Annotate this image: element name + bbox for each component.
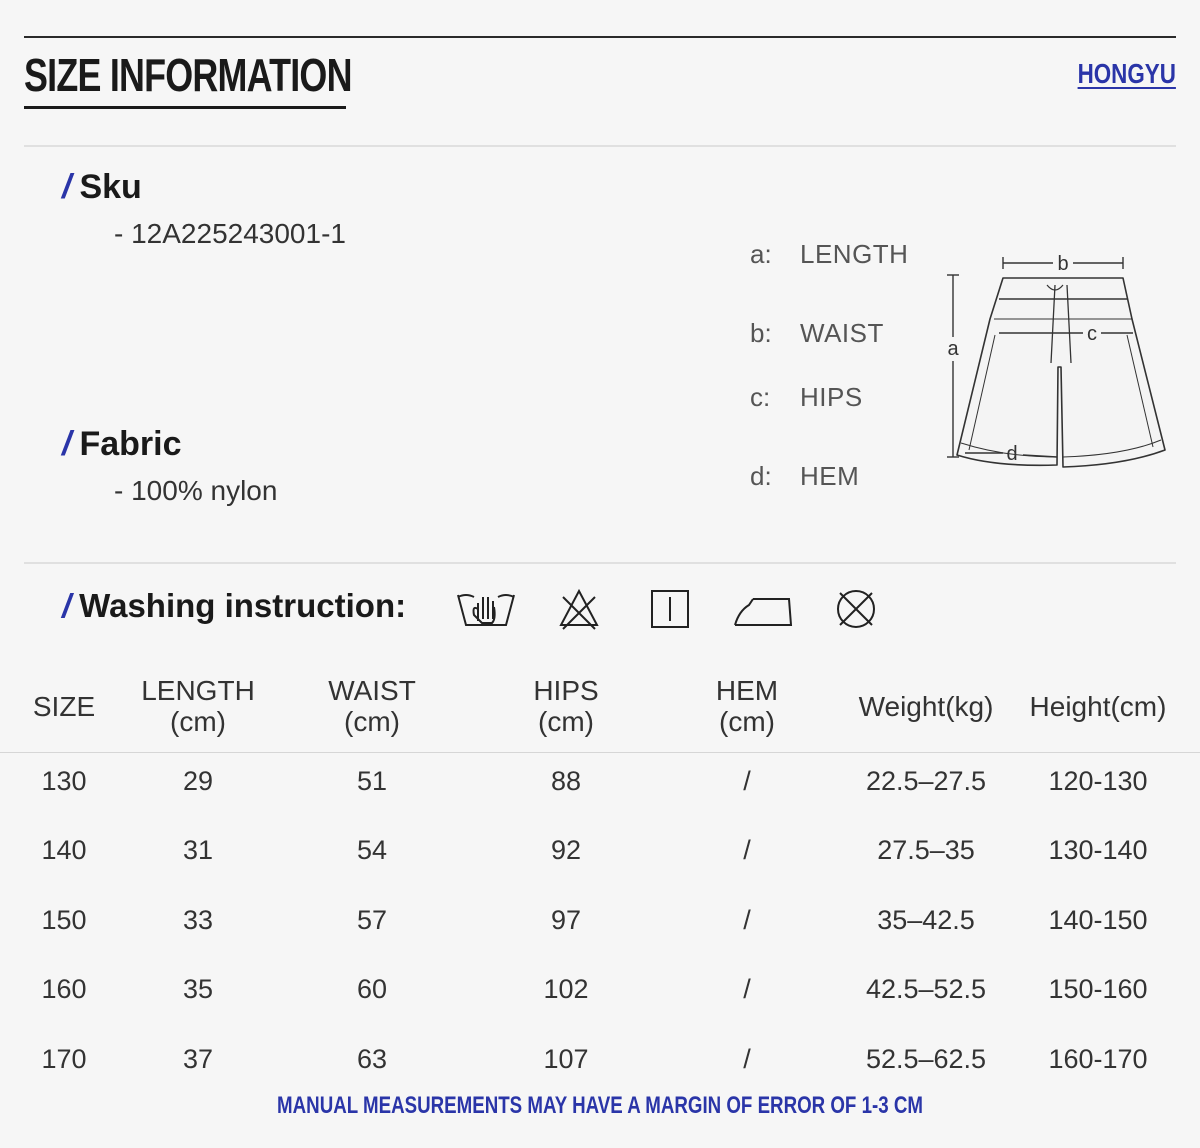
washing-heading: / Washing instruction: <box>62 589 406 622</box>
title-underline <box>24 106 346 109</box>
fabric-label: Fabric <box>79 425 182 463</box>
page-title: SIZE INFORMATION <box>24 49 352 101</box>
table-cell: 160 <box>41 974 87 1004</box>
table-cell: 31 <box>182 835 214 865</box>
top-rule <box>24 36 1176 38</box>
table-cell: 160-170 <box>1048 1044 1148 1074</box>
table-cell: 140-150 <box>1048 905 1148 935</box>
table-cell: 150 <box>41 905 87 935</box>
legend-key-b: b: <box>750 318 772 348</box>
table-cell: 140 <box>41 835 87 865</box>
table-cell: 102 <box>543 974 589 1004</box>
table-cell: / <box>743 835 751 865</box>
diagram-label-b: b <box>1057 253 1068 275</box>
column-header-hips: HIPS (cm) <box>533 675 599 737</box>
table-cell: / <box>743 905 751 935</box>
table-cell: / <box>743 1044 751 1074</box>
table-cell: 120-130 <box>1048 766 1148 796</box>
table-cell: 97 <box>550 905 582 935</box>
legend-key-d: d: <box>750 461 772 491</box>
table-cell: 42.5–52.5 <box>865 974 987 1004</box>
do-not-bleach-icon <box>559 588 599 630</box>
table-cell: 107 <box>543 1044 589 1074</box>
legend-key-a: a: <box>750 239 772 269</box>
sku-value: - 12A225243001-1 <box>114 218 346 249</box>
measurement-disclaimer: MANUAL MEASUREMENTS MAY HAVE A MARGIN OF… <box>277 1092 923 1119</box>
table-cell: 52.5–62.5 <box>865 1044 987 1074</box>
table-cell: 35–42.5 <box>877 905 975 935</box>
hand-wash-icon <box>457 594 515 626</box>
table-cell: 130-140 <box>1048 835 1148 865</box>
column-header-hem: HEM (cm) <box>715 675 779 737</box>
column-header-waist: WAIST (cm) <box>328 675 416 737</box>
column-header-weight: Weight(kg) <box>858 691 994 722</box>
table-cell: 92 <box>550 835 582 865</box>
column-header-length: LENGTH (cm) <box>141 675 255 737</box>
shorts-diagram: b c a d <box>947 253 1166 468</box>
table-cell: 35 <box>182 974 214 1004</box>
brand-link[interactable]: HONGYU <box>1078 60 1176 88</box>
table-cell: 29 <box>182 766 214 796</box>
table-cell: 130 <box>41 766 87 796</box>
washing-label: Washing instruction: <box>79 587 407 624</box>
table-cell: 27.5–35 <box>877 835 975 865</box>
legend-value-hem: HEM <box>800 461 860 491</box>
diagram-label-d: d <box>1006 443 1017 465</box>
table-cell: 33 <box>182 905 214 935</box>
table-cell: / <box>743 974 751 1004</box>
legend-value-waist: WAIST <box>800 318 884 348</box>
slash-mark: / <box>62 168 72 206</box>
legend-value-hips: HIPS <box>800 382 863 412</box>
line-dry-icon <box>651 590 689 628</box>
do-not-tumble-dry-icon <box>837 590 875 628</box>
legend-key-c: c: <box>750 382 771 412</box>
column-header-height: Height(cm) <box>1029 691 1167 722</box>
divider-middle <box>24 562 1176 564</box>
table-cell: 60 <box>356 974 388 1004</box>
iron-icon <box>734 598 793 626</box>
column-header-size: SIZE <box>32 691 96 722</box>
diagram-label-a: a <box>947 338 959 360</box>
table-cell: 88 <box>550 766 582 796</box>
sku-heading: / Sku <box>62 170 142 204</box>
slash-mark: / <box>62 425 72 463</box>
table-cell: 22.5–27.5 <box>865 766 987 796</box>
legend-value-length: LENGTH <box>800 239 909 269</box>
divider-top <box>24 145 1176 147</box>
sku-label: Sku <box>79 168 142 206</box>
table-cell: 54 <box>356 835 388 865</box>
table-cell: / <box>743 766 751 796</box>
slash-mark: / <box>62 587 72 624</box>
fabric-heading: / Fabric <box>62 427 182 461</box>
table-cell: 57 <box>356 905 388 935</box>
table-cell: 170 <box>41 1044 87 1074</box>
table-cell: 51 <box>356 766 388 796</box>
fabric-value: - 100% nylon <box>114 475 278 506</box>
table-cell: 63 <box>356 1044 388 1074</box>
table-cell: 37 <box>182 1044 214 1074</box>
table-header-rule <box>0 752 1200 753</box>
diagram-label-c: c <box>1087 323 1097 345</box>
table-cell: 150-160 <box>1048 974 1148 1004</box>
